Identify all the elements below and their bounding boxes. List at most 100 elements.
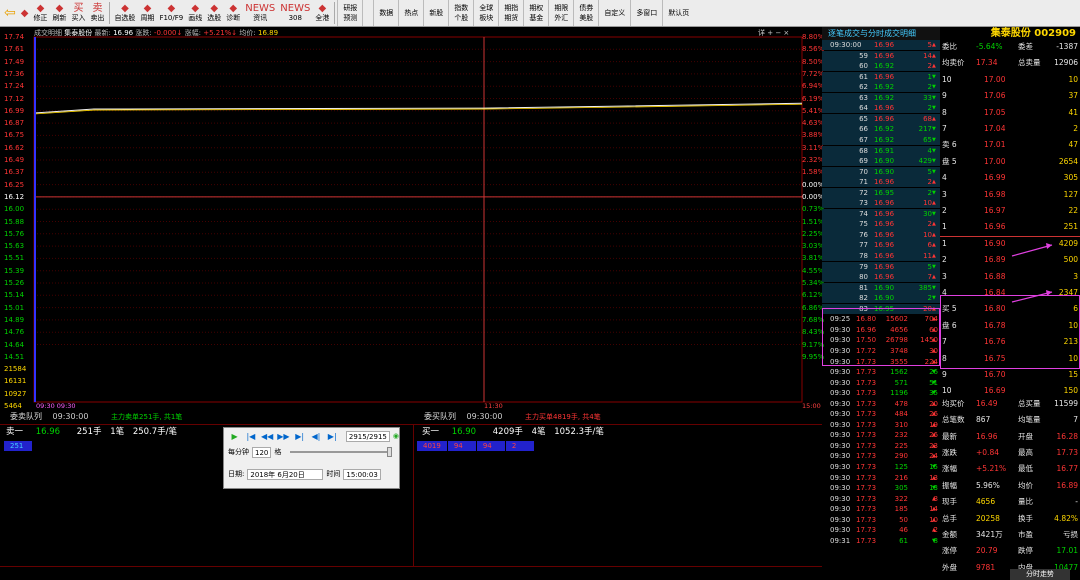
toolbar-menu-group[interactable]: 期权 基金 — [523, 0, 548, 26]
toolbar-menu-item[interactable]: 自定义 — [604, 8, 625, 18]
toolbar-menu-group[interactable]: 多窗口 — [630, 0, 662, 26]
tick-row[interactable]: 09:31 17.73 61 8 ▼ — [822, 536, 940, 546]
toolbar-menu-item[interactable]: 美股 — [579, 13, 593, 23]
tick-row[interactable]: 73 16.96 10 ▲ — [822, 198, 940, 209]
tick-row[interactable]: 09:30 17.73 290 24 ▲ — [822, 451, 940, 461]
tick-row[interactable]: 09:30 17.73 232 26 ▲ — [822, 430, 940, 440]
tick-row[interactable]: 75 16.96 2 ▲ — [822, 219, 940, 230]
tick-row[interactable]: 67 16.92 65 ▼ — [822, 134, 940, 146]
tick-row[interactable]: 09:30 17.73 225 23 ▲ — [822, 441, 940, 451]
toolbar-menu-item[interactable]: 数据 — [379, 8, 393, 18]
toolbar-menu-item[interactable]: 期货 — [504, 13, 518, 23]
playback-button[interactable]: ▶ — [228, 431, 241, 442]
toolbar-menu-item[interactable]: 外汇 — [554, 13, 568, 23]
toolbar-menu-item[interactable]: 研报 — [343, 3, 357, 13]
toolbar-sell-button[interactable]: 卖卖出 — [88, 0, 106, 26]
tick-row[interactable]: 65 16.96 68 ▲ — [822, 113, 940, 125]
tick-row[interactable]: 74 16.96 30 ▼ — [822, 208, 940, 219]
order-chip[interactable]: 4019 — [417, 441, 447, 451]
tick-row[interactable]: 81 16.90 385 ▼ — [822, 282, 940, 293]
tick-row[interactable]: 09:30 17.73 484 26 ▲ — [822, 409, 940, 419]
toolbar-watchlist-button[interactable]: ◆ 自选股 — [112, 0, 137, 26]
tick-row[interactable]: 66 16.92 217 ▼ — [822, 124, 940, 135]
toolbar-refresh-button[interactable]: ◆ 刷新 — [50, 0, 68, 26]
tick-row[interactable]: 59 16.96 14 ▲ — [822, 50, 940, 61]
tick-row[interactable]: 09:30 17.73 571 51 ▼ — [822, 378, 940, 388]
tick-row[interactable]: 63 16.92 33 ▼ — [822, 92, 940, 103]
refresh-icon[interactable]: ◉ — [393, 432, 399, 440]
tick-row[interactable]: 09:30 17.73 1196 35 ▼ — [822, 388, 940, 398]
tick-row[interactable]: 09:30 17.73 216 13 ▲ — [822, 473, 940, 483]
order-chip[interactable]: 94 — [476, 441, 505, 451]
playback-button[interactable]: ◀| — [309, 431, 322, 442]
tick-row[interactable]: 72 16.95 2 ▼ — [822, 187, 940, 198]
tick-row[interactable]: 79 16.96 5 ▼ — [822, 261, 940, 272]
tick-row[interactable]: 09:30:00 16.96 5 ▲ — [822, 40, 940, 51]
toolbar-menu-item[interactable]: 板块 — [479, 13, 493, 23]
tick-row[interactable]: 62 16.92 2 ▼ — [822, 82, 940, 93]
toolbar-star-button[interactable]: ◆ — [19, 0, 31, 26]
speed-slider-thumb[interactable] — [387, 447, 393, 457]
toolbar-menu-item[interactable]: 期指 — [504, 3, 518, 13]
tick-row[interactable]: 09:30 17.73 125 15 ▼ — [822, 462, 940, 472]
tick-row[interactable]: 78 16.96 11 ▲ — [822, 251, 940, 262]
toolbar-hk-button[interactable]: ◆ 全港 — [313, 0, 331, 26]
toolbar-menu-item[interactable]: 新股 — [429, 8, 443, 18]
toolbar-menu-item[interactable]: 指数 — [454, 3, 468, 13]
tick-row[interactable]: 09:30 17.73 1562 26 ▼ — [822, 367, 940, 377]
toolbar-f10-button[interactable]: ◆ F10/F9 — [157, 0, 185, 26]
tick-row[interactable]: 80 16.96 7 ▲ — [822, 272, 940, 283]
toolbar-menu-group[interactable]: 自定义 — [598, 0, 630, 26]
playback-button[interactable]: ▶▶ — [277, 431, 290, 442]
tick-row[interactable]: 71 16.96 2 ▲ — [822, 177, 940, 188]
toolbar-back-arrow-button[interactable]: ⇦ — [2, 0, 18, 26]
date-picker[interactable]: 2018年 6月20日 — [247, 468, 324, 480]
toolbar-buy-button[interactable]: 买买入 — [69, 0, 87, 26]
tick-row[interactable]: 09:30 17.73 478 20 ▲ — [822, 399, 940, 409]
tick-row[interactable]: 09:30 17.73 46 2 ▲ — [822, 525, 940, 535]
speed-slider[interactable] — [290, 447, 393, 457]
toolbar-news-button[interactable]: NEWS 资讯 — [243, 0, 277, 26]
tick-row[interactable]: 70 16.90 5 ▼ — [822, 166, 940, 177]
toolbar-draw-line-button[interactable]: ◆ 画线 — [186, 0, 204, 26]
toolbar-menu-group[interactable] — [362, 0, 373, 26]
order-chip[interactable]: 2 — [505, 441, 534, 451]
chart-corner-controls[interactable]: 详 + − × — [758, 28, 789, 38]
toolbar-menu-group[interactable]: 全球 板块 — [473, 0, 498, 26]
playback-button[interactable]: ▶| — [293, 431, 306, 442]
tick-row[interactable]: 61 16.96 1 ▼ — [822, 71, 940, 82]
intraday-chart[interactable] — [0, 27, 822, 410]
order-chip[interactable]: 251 — [4, 441, 32, 451]
toolbar-stock-select-button[interactable]: ◆ 选股 — [205, 0, 223, 26]
toolbar-menu-group[interactable]: 热点 — [398, 0, 423, 26]
tick-row[interactable]: 09:30 17.73 50 10 ▲ — [822, 515, 940, 525]
toolbar-menu-group[interactable]: 期限 外汇 — [548, 0, 573, 26]
toolbar-menu-group[interactable]: 指数 个股 — [448, 0, 473, 26]
footer-tab[interactable]: 分时走势 — [1010, 569, 1070, 580]
tick-row[interactable]: 09:30 17.73 185 14 ▲ — [822, 504, 940, 514]
toolbar-news2-button[interactable]: NEWS 308 — [278, 0, 312, 26]
tick-row[interactable]: 76 16.96 10 ▲ — [822, 229, 940, 241]
toolbar-menu-item[interactable]: 债券 — [579, 3, 593, 13]
toolbar-menu-group[interactable]: 数据 — [373, 0, 398, 26]
speed-input[interactable]: 120 — [252, 446, 272, 458]
toolbar-menu-item[interactable]: 个股 — [454, 13, 468, 23]
playback-button[interactable]: |◀ — [244, 431, 257, 442]
time-input[interactable]: 15:00:03 — [343, 468, 381, 480]
toolbar-menu-item[interactable]: 多窗口 — [636, 8, 657, 18]
tick-row[interactable]: 77 16.96 6 ▲ — [822, 240, 940, 251]
toolbar-menu-item[interactable]: 默认页 — [668, 8, 689, 18]
playback-button[interactable]: ▶| — [326, 431, 339, 442]
toolbar-menu-group[interactable]: 期指 期货 — [498, 0, 523, 26]
playback-button[interactable]: ◀◀ — [261, 431, 274, 442]
tick-row[interactable]: 09:30 17.73 310 19 ▲ — [822, 420, 940, 430]
tick-row[interactable]: 64 16.96 2 ▼ — [822, 103, 940, 114]
toolbar-menu-item[interactable]: 预测 — [343, 13, 357, 23]
tick-row[interactable]: 09:30 17.73 322 8 ▲ — [822, 494, 940, 504]
playback-dialog[interactable]: ▶ |◀ ◀◀ ▶▶ ▶| ◀| ▶| 2915/2915 ◉ 每分钟 120 格 日期: 2… — [223, 427, 400, 489]
toolbar-menu-item[interactable]: 基金 — [529, 13, 543, 23]
tick-row[interactable]: 82 16.90 2 ▼ — [822, 293, 940, 304]
toolbar-menu-item[interactable]: 期限 — [554, 3, 568, 13]
toolbar-menu-group[interactable]: 默认页 — [662, 0, 694, 26]
toolbar-menu-group[interactable]: 新股 — [423, 0, 448, 26]
